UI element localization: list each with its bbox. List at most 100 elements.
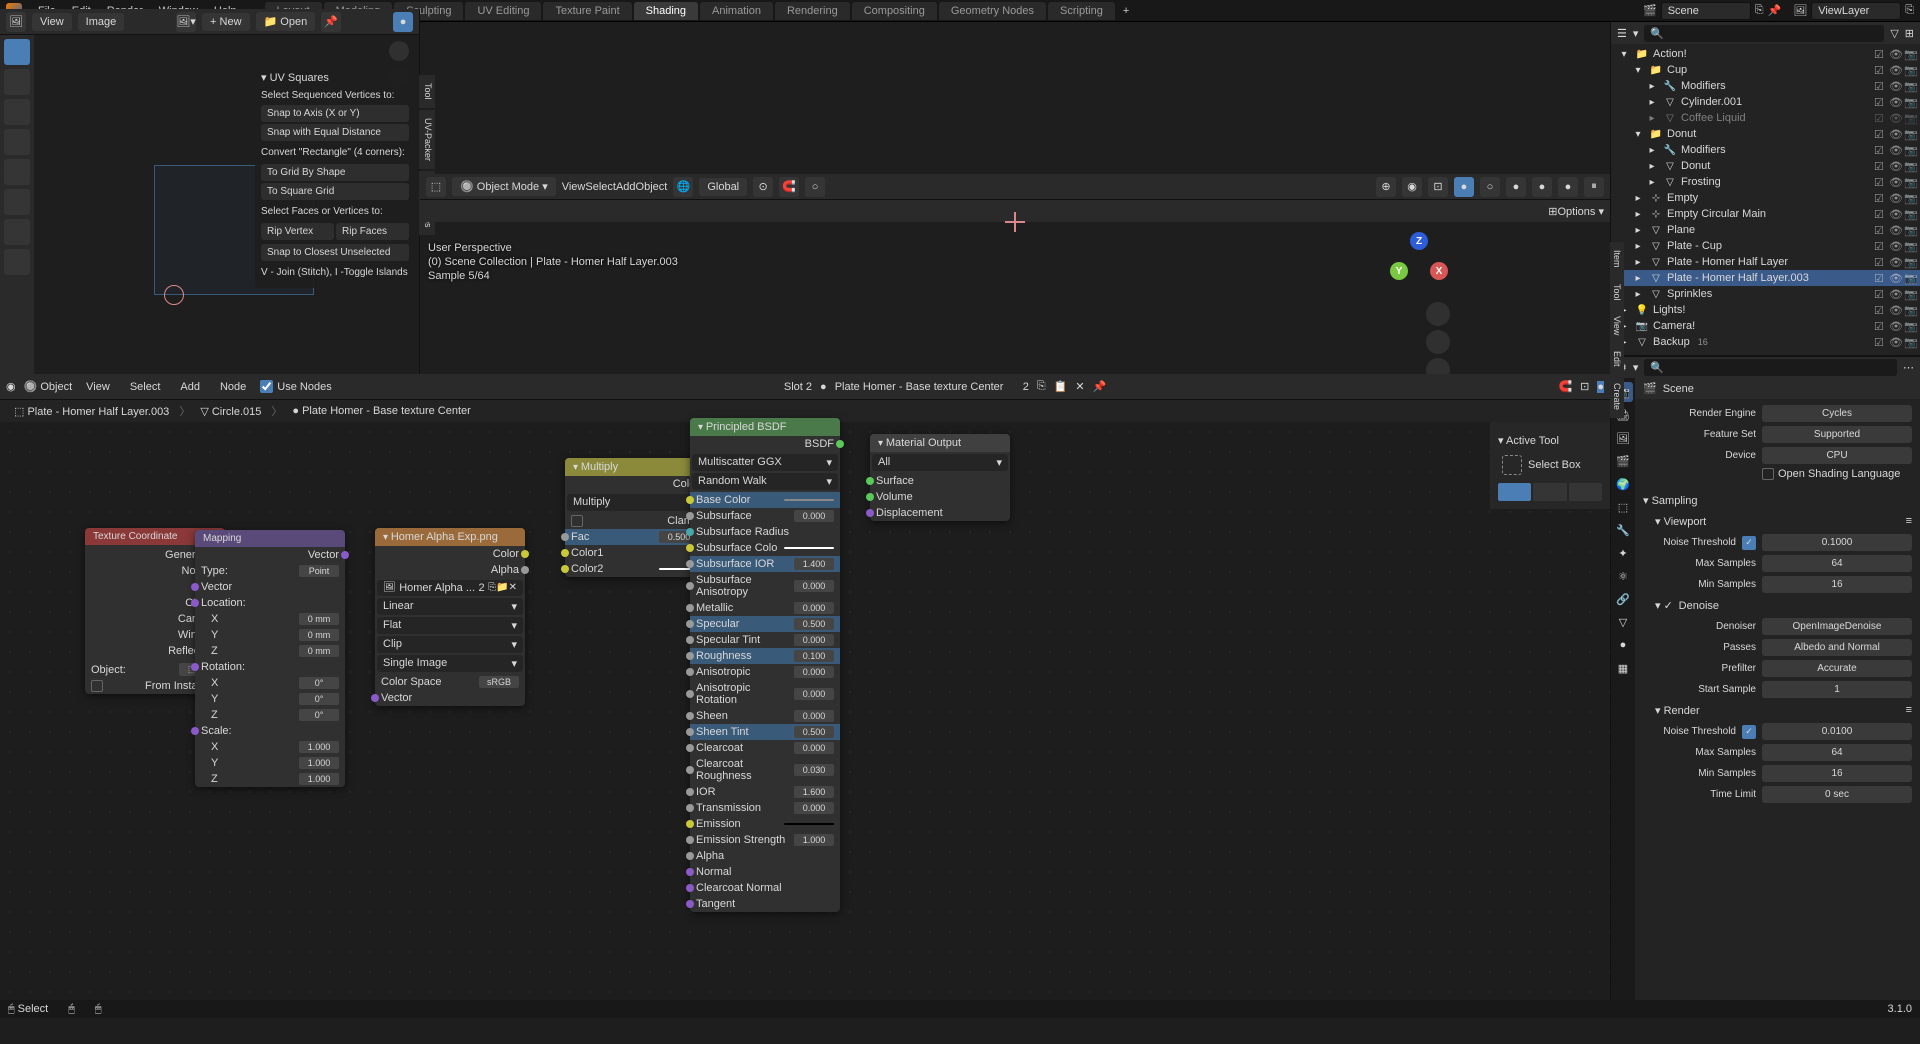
outliner-item-empty[interactable]: ▸⊹Empty☑👁📷	[1611, 190, 1920, 206]
node-node-menu[interactable]: Node	[214, 381, 252, 393]
select-mode-extend[interactable]	[1533, 483, 1566, 501]
visibility-icon[interactable]: 👁	[1889, 128, 1901, 140]
bsdf-metallic[interactable]: Metallic0.000	[690, 600, 840, 616]
exclude-icon[interactable]: ☑	[1874, 256, 1886, 268]
bsdf-specular-tint[interactable]: Specular Tint0.000	[690, 632, 840, 648]
material-browse-icon[interactable]: ●	[820, 381, 827, 393]
snap-equal-button[interactable]: Snap with Equal Distance	[261, 124, 409, 141]
bsdf-anisotropic[interactable]: Anisotropic0.000	[690, 664, 840, 680]
r-max-field[interactable]: 64	[1762, 744, 1912, 761]
shading-rendered-icon[interactable]: ●	[1454, 177, 1474, 197]
data-tab-icon[interactable]: ▽	[1613, 612, 1633, 632]
snap-axis-button[interactable]: Snap to Axis (X or Y)	[261, 105, 409, 122]
exclude-icon[interactable]: ☑	[1874, 112, 1886, 124]
particle-tab-icon[interactable]: ✦	[1613, 543, 1633, 563]
material-copy-icon[interactable]: 📋	[1054, 380, 1068, 393]
overlay-node-icon[interactable]: ⊡	[1580, 380, 1589, 393]
gizmo-y-icon[interactable]: Y	[1390, 262, 1408, 280]
bsdf-anisotropic-rotation[interactable]: Anisotropic Rotation0.000	[690, 680, 840, 708]
mapping-scale-x[interactable]: X1.000	[195, 739, 345, 755]
bsdf-tangent[interactable]: Tangent	[690, 896, 840, 912]
outliner-search-input[interactable]: 🔍	[1644, 25, 1884, 42]
rip-vertex-button[interactable]: Rip Vertex	[261, 223, 334, 240]
material-pin-icon[interactable]: 📌	[1093, 380, 1107, 393]
disclosure-icon[interactable]: ▸	[1645, 143, 1659, 157]
exclude-icon[interactable]: ☑	[1874, 96, 1886, 108]
use-nodes-checkbox[interactable]: Use Nodes	[260, 380, 331, 393]
bsdf-clearcoat-roughness[interactable]: Clearcoat Roughness0.030	[690, 756, 840, 784]
tab-shading[interactable]: Shading	[634, 2, 698, 20]
clamp-check[interactable]	[571, 515, 583, 527]
pan-button-icon[interactable]	[1426, 330, 1450, 354]
material-new-icon[interactable]: ⎘	[1037, 380, 1046, 393]
r-noise-field[interactable]: 0.0100	[1762, 723, 1912, 740]
shading-matpreview-icon[interactable]: ●	[1532, 177, 1552, 197]
options-dropdown[interactable]: Options ▾	[1558, 205, 1605, 218]
texture-tab-icon[interactable]: ▦	[1613, 658, 1633, 678]
exclude-icon[interactable]: ☑	[1874, 336, 1886, 348]
overlay-icon[interactable]: ◉	[1402, 177, 1422, 197]
outliner-item-empty-circular-main[interactable]: ▸⊹Empty Circular Main☑👁📷	[1611, 206, 1920, 222]
visibility-icon[interactable]: 👁	[1889, 288, 1901, 300]
uv-image-menu[interactable]: Image	[78, 13, 125, 31]
outliner-item-plate---homer-half-layer[interactable]: ▸▽Plate - Homer Half Layer☑👁📷	[1611, 254, 1920, 270]
render-icon[interactable]: 📷	[1904, 64, 1916, 76]
disclosure-icon[interactable]: ▸	[1631, 287, 1645, 301]
interp-dropdown[interactable]: Linear▾	[377, 598, 523, 615]
outliner-item-plate---cup[interactable]: ▸▽Plate - Cup☑👁📷	[1611, 238, 1920, 254]
type-dropdown[interactable]: Point	[299, 565, 339, 577]
physics-tab-icon[interactable]: ⚛	[1613, 566, 1633, 586]
select-all-icon[interactable]: ⊞	[1548, 205, 1557, 218]
uv-select-tool[interactable]	[4, 39, 30, 65]
uv-squares-title[interactable]: ▾ UV Squares	[261, 67, 409, 88]
target-dropdown[interactable]: All▾	[872, 454, 1008, 471]
render-icon[interactable]: 📷	[1904, 224, 1916, 236]
exclude-icon[interactable]: ☑	[1874, 240, 1886, 252]
exclude-icon[interactable]: ☑	[1874, 304, 1886, 316]
bsdf-subsurface[interactable]: Subsurface0.000	[690, 508, 840, 524]
v3d-tab-view[interactable]: View	[1610, 308, 1624, 343]
disclosure-icon[interactable]: ▾	[1617, 47, 1631, 61]
visibility-icon[interactable]: 👁	[1889, 112, 1901, 124]
uv-transform-tool[interactable]	[4, 189, 30, 215]
exclude-icon[interactable]: ☑	[1874, 272, 1886, 284]
bsdf-subsurface-ior[interactable]: Subsurface IOR1.400	[690, 556, 840, 572]
v3d-tab-create[interactable]: Create	[1610, 375, 1624, 418]
tab-animation[interactable]: Animation	[700, 2, 773, 20]
bsdf-transmission[interactable]: Transmission0.000	[690, 800, 840, 816]
bsdf-ior[interactable]: IOR1.600	[690, 784, 840, 800]
object-tab-icon[interactable]: ⬚	[1613, 497, 1633, 517]
visibility-icon[interactable]: 👁	[1889, 272, 1901, 284]
mapping-loc-x[interactable]: X0 mm	[195, 611, 345, 627]
mapping-scale-y[interactable]: Y1.000	[195, 755, 345, 771]
exclude-icon[interactable]: ☑	[1874, 320, 1886, 332]
disclosure-icon[interactable]: ▸	[1645, 95, 1659, 109]
exclude-icon[interactable]: ☑	[1874, 64, 1886, 76]
bsdf-normal[interactable]: Normal	[690, 864, 840, 880]
exclude-icon[interactable]: ☑	[1874, 208, 1886, 220]
viewlayer-tab-icon[interactable]: 🖼	[1613, 428, 1633, 448]
zoom-button-icon[interactable]	[1426, 302, 1450, 326]
viewlayer-new-icon[interactable]: ⎘	[1905, 4, 1914, 17]
bsdf-sheen-tint[interactable]: Sheen Tint0.500	[690, 724, 840, 740]
render-icon[interactable]: 📷	[1904, 240, 1916, 252]
bc-material[interactable]: ● Plate Homer - Base texture Center	[286, 403, 476, 419]
disclosure-icon[interactable]: ▸	[1631, 255, 1645, 269]
render-icon[interactable]: 📷	[1904, 304, 1916, 316]
uv-tab-tool[interactable]: Tool	[419, 75, 435, 108]
v3d-view-menu[interactable]: View	[562, 181, 586, 193]
material-name-field[interactable]: Plate Homer - Base texture Center	[835, 381, 1015, 393]
bsdf-roughness[interactable]: Roughness0.100	[690, 648, 840, 664]
exclude-icon[interactable]: ☑	[1874, 160, 1886, 172]
exclude-icon[interactable]: ☑	[1874, 288, 1886, 300]
visibility-icon[interactable]: 👁	[1889, 256, 1901, 268]
tab-rendering[interactable]: Rendering	[775, 2, 850, 20]
node-principled-bsdf[interactable]: ▾ Principled BSDF BSDF Multiscatter GGX▾…	[690, 418, 840, 912]
mapping-loc-y[interactable]: Y0 mm	[195, 627, 345, 643]
render-icon[interactable]: 📷	[1904, 96, 1916, 108]
device-dropdown[interactable]: CPU	[1762, 447, 1912, 464]
uv-tab-uvpacker[interactable]: UV-Packer	[419, 110, 435, 169]
disclosure-icon[interactable]: ▾	[1631, 63, 1645, 77]
tab-uv-editing[interactable]: UV Editing	[465, 2, 541, 20]
exclude-icon[interactable]: ☑	[1874, 192, 1886, 204]
